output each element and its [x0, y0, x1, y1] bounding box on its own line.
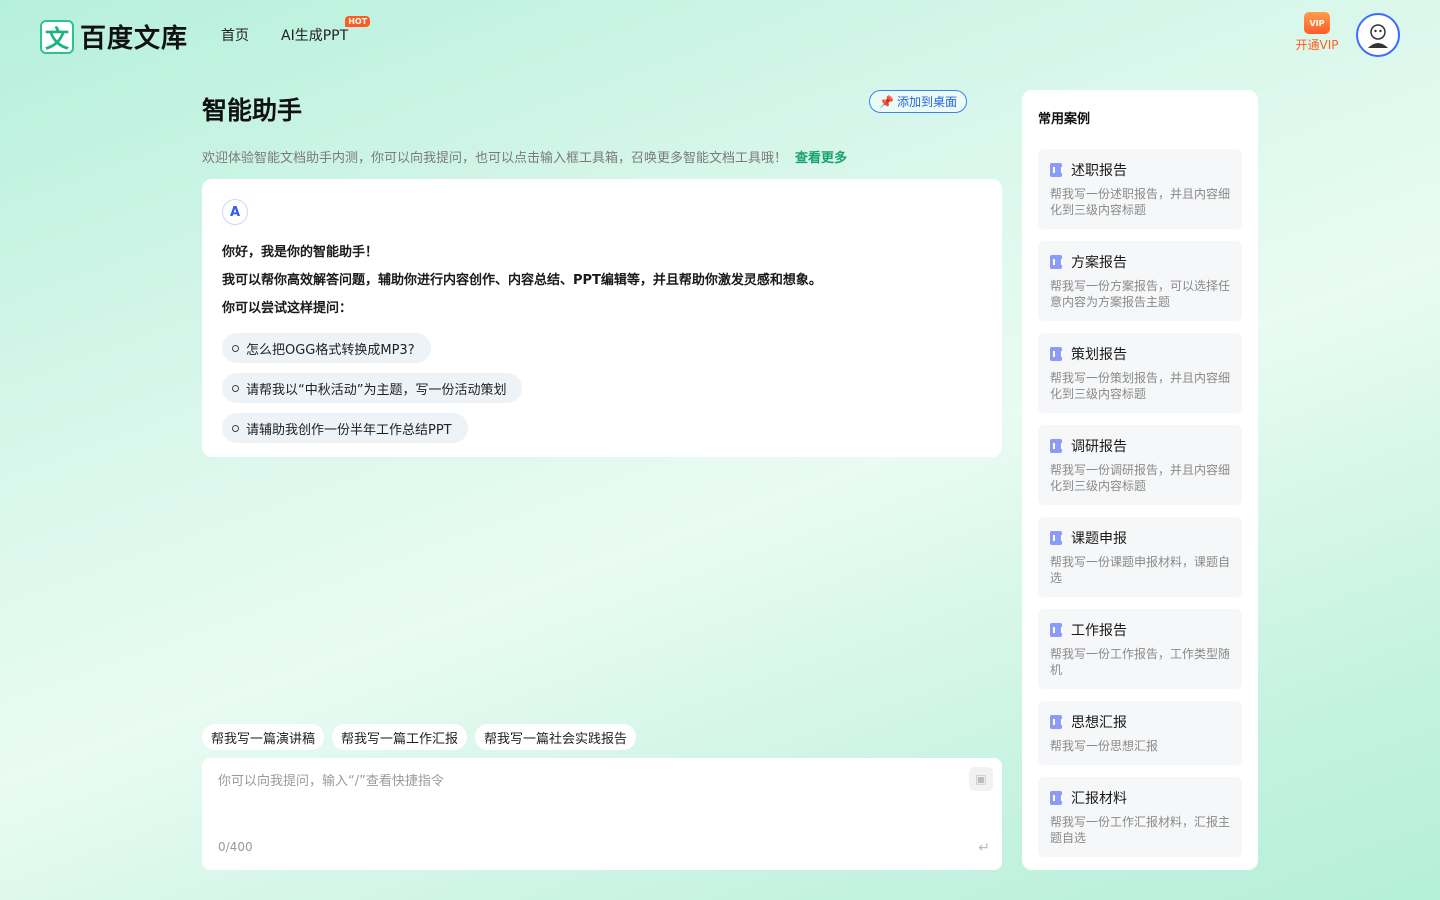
document-icon [1050, 255, 1063, 269]
case-title: 思想汇报 [1071, 715, 1127, 731]
vip-gift-icon: VIP [1304, 12, 1330, 34]
case-desc: 帮我写一份述职报告，并且内容细化到三级内容标题 [1050, 187, 1231, 217]
bullet-icon [232, 344, 239, 352]
case-desc: 帮我写一份工作汇报材料，汇报主题自选 [1050, 815, 1231, 845]
document-icon [1050, 347, 1063, 361]
suggestion-chip[interactable]: 怎么把OGG格式转换成MP3? [222, 333, 431, 363]
document-icon [1050, 623, 1063, 637]
case-card[interactable]: 方案报告 帮我写一份方案报告，可以选择任意内容为方案报告主题 [1038, 241, 1242, 321]
case-title: 述职报告 [1071, 163, 1127, 179]
pin-icon: 📌 [879, 94, 894, 109]
bullet-icon [232, 424, 239, 432]
intro-text: 欢迎体验智能文档助手内测，你可以向我提问，也可以点击输入框工具箱，召唤更多智能文… [202, 147, 847, 166]
quick-prompt-speech[interactable]: 帮我写一篇演讲稿 [202, 724, 325, 750]
quick-prompt-practice-report[interactable]: 帮我写一篇社会实践报告 [475, 724, 637, 750]
open-vip-button[interactable]: VIP 开通VIP [1294, 12, 1340, 53]
case-desc: 帮我写一份工作报告，工作类型随机 [1050, 647, 1231, 677]
logo-text: 百度文库 [80, 24, 189, 54]
toolbox-icon[interactable]: ▣ [969, 767, 993, 791]
case-card[interactable]: 调研报告 帮我写一份调研报告，并且内容细化到三级内容标题 [1038, 425, 1242, 505]
user-avatar-icon [1368, 24, 1388, 48]
case-card[interactable]: 策划报告 帮我写一份策划报告，并且内容细化到三级内容标题 [1038, 333, 1242, 413]
case-head: 课题申报 [1050, 528, 1230, 548]
case-head: 思想汇报 [1050, 712, 1230, 732]
send-enter-icon[interactable]: ↵ [978, 840, 990, 856]
chat-input[interactable] [218, 766, 958, 796]
case-card[interactable]: 工作报告 帮我写一份工作报告，工作类型随机 [1038, 609, 1242, 689]
add-to-desktop-label: 添加到桌面 [896, 95, 957, 109]
greeting: 你好，我是你的智能助手！ 我可以帮你高效解答问题，辅助你进行内容创作、内容总结、… [222, 239, 982, 323]
chat-welcome-card: A 你好，我是你的智能助手！ 我可以帮你高效解答问题，辅助你进行内容创作、内容总… [202, 179, 1002, 457]
case-card[interactable]: 思想汇报 帮我写一份思想汇报 [1038, 701, 1242, 765]
quick-prompts: 帮我写一篇演讲稿 帮我写一篇工作汇报 帮我写一篇社会实践报告 [202, 724, 637, 750]
case-desc: 帮我写一份调研报告，并且内容细化到三级内容标题 [1050, 463, 1231, 493]
bullet-icon [232, 384, 239, 392]
suggestion-chip[interactable]: 请帮我以“中秋活动”为主题，写一份活动策划 [222, 373, 523, 403]
suggestion-text: 怎么把OGG格式转换成MP3? [246, 342, 415, 358]
case-desc: 帮我写一份方案报告，可以选择任意内容为方案报告主题 [1050, 279, 1231, 309]
document-icon [1050, 439, 1063, 453]
suggestion-text: 请帮我以“中秋活动”为主题，写一份活动策划 [246, 382, 507, 398]
case-title: 策划报告 [1071, 347, 1127, 363]
wenku-logo-icon: 文 [40, 19, 74, 54]
char-counter: 0/400 [218, 840, 253, 854]
vip-label: 开通VIP [1295, 38, 1339, 52]
baidu-wenku-logo[interactable]: 文 百度文库 [40, 18, 188, 55]
case-card[interactable]: 汇报材料 帮我写一份工作汇报材料，汇报主题自选 [1038, 777, 1242, 857]
case-title: 工作报告 [1071, 623, 1127, 639]
assistant-avatar-icon: A [222, 199, 248, 225]
case-head: 工作报告 [1050, 620, 1230, 640]
page-title: 智能助手 [202, 96, 303, 125]
see-more-link[interactable]: 查看更多 [795, 151, 847, 166]
nav-ai-ppt[interactable]: AI生成PPT HOT [281, 16, 371, 45]
case-desc: 帮我写一份思想汇报 [1050, 739, 1159, 753]
document-icon [1050, 715, 1063, 729]
top-nav: 首页 AI生成PPT HOT [221, 16, 371, 45]
suggestion-chip[interactable]: 请辅助我创作一份半年工作总结PPT [222, 413, 468, 443]
nav-home[interactable]: 首页 [221, 25, 249, 45]
case-card[interactable]: 课题申报 帮我写一份课题申报材料，课题自选 [1038, 517, 1242, 597]
case-card[interactable]: 述职报告 帮我写一份述职报告，并且内容细化到三级内容标题 [1038, 149, 1242, 229]
case-head: 述职报告 [1050, 160, 1230, 180]
case-title: 课题申报 [1071, 531, 1127, 547]
quick-prompt-work-report[interactable]: 帮我写一篇工作汇报 [332, 724, 468, 750]
hot-badge: HOT [345, 16, 371, 27]
case-title: 调研报告 [1071, 439, 1127, 455]
common-cases-sidebar: 常用案例 述职报告 帮我写一份述职报告，并且内容细化到三级内容标题 方案报告 帮… [1022, 90, 1258, 870]
top-header: 文 百度文库 首页 AI生成PPT HOT VIP 开通VIP [0, 0, 1440, 70]
case-head: 方案报告 [1050, 252, 1230, 272]
greeting-line: 我可以帮你高效解答问题，辅助你进行内容创作、内容总结、PPT编辑等，并且帮助你激… [222, 273, 822, 288]
case-list: 述职报告 帮我写一份述职报告，并且内容细化到三级内容标题 方案报告 帮我写一份方… [1038, 149, 1242, 857]
case-head: 调研报告 [1050, 436, 1230, 456]
case-title: 方案报告 [1071, 255, 1127, 271]
user-avatar[interactable] [1356, 13, 1400, 57]
chat-input-box: ▣ 0/400 ↵ [202, 758, 1002, 870]
greeting-line: 你可以尝试这样提问： [222, 301, 353, 316]
case-head: 汇报材料 [1050, 788, 1230, 808]
nav-ai-ppt-label: AI生成PPT [281, 28, 349, 44]
suggestion-text: 请辅助我创作一份半年工作总结PPT [246, 422, 452, 438]
document-icon [1050, 791, 1063, 805]
greeting-line: 你好，我是你的智能助手！ [222, 245, 379, 260]
title-row: 智能助手 📌 添加到桌面 [202, 88, 1002, 128]
document-icon [1050, 163, 1063, 177]
assistant-main: 智能助手 📌 添加到桌面 欢迎体验智能文档助手内测，你可以向我提问，也可以点击输… [202, 88, 1002, 870]
suggested-questions: 怎么把OGG格式转换成MP3? 请帮我以“中秋活动”为主题，写一份活动策划 请辅… [222, 333, 982, 443]
intro-description: 欢迎体验智能文档助手内测，你可以向我提问，也可以点击输入框工具箱，召唤更多智能文… [202, 151, 788, 166]
document-icon [1050, 531, 1063, 545]
add-to-desktop-button[interactable]: 📌 添加到桌面 [869, 90, 967, 113]
case-desc: 帮我写一份策划报告，并且内容细化到三级内容标题 [1050, 371, 1231, 401]
sidebar-title: 常用案例 [1038, 112, 1091, 127]
case-title: 汇报材料 [1071, 791, 1127, 807]
case-desc: 帮我写一份课题申报材料，课题自选 [1050, 555, 1231, 585]
case-head: 策划报告 [1050, 344, 1230, 364]
